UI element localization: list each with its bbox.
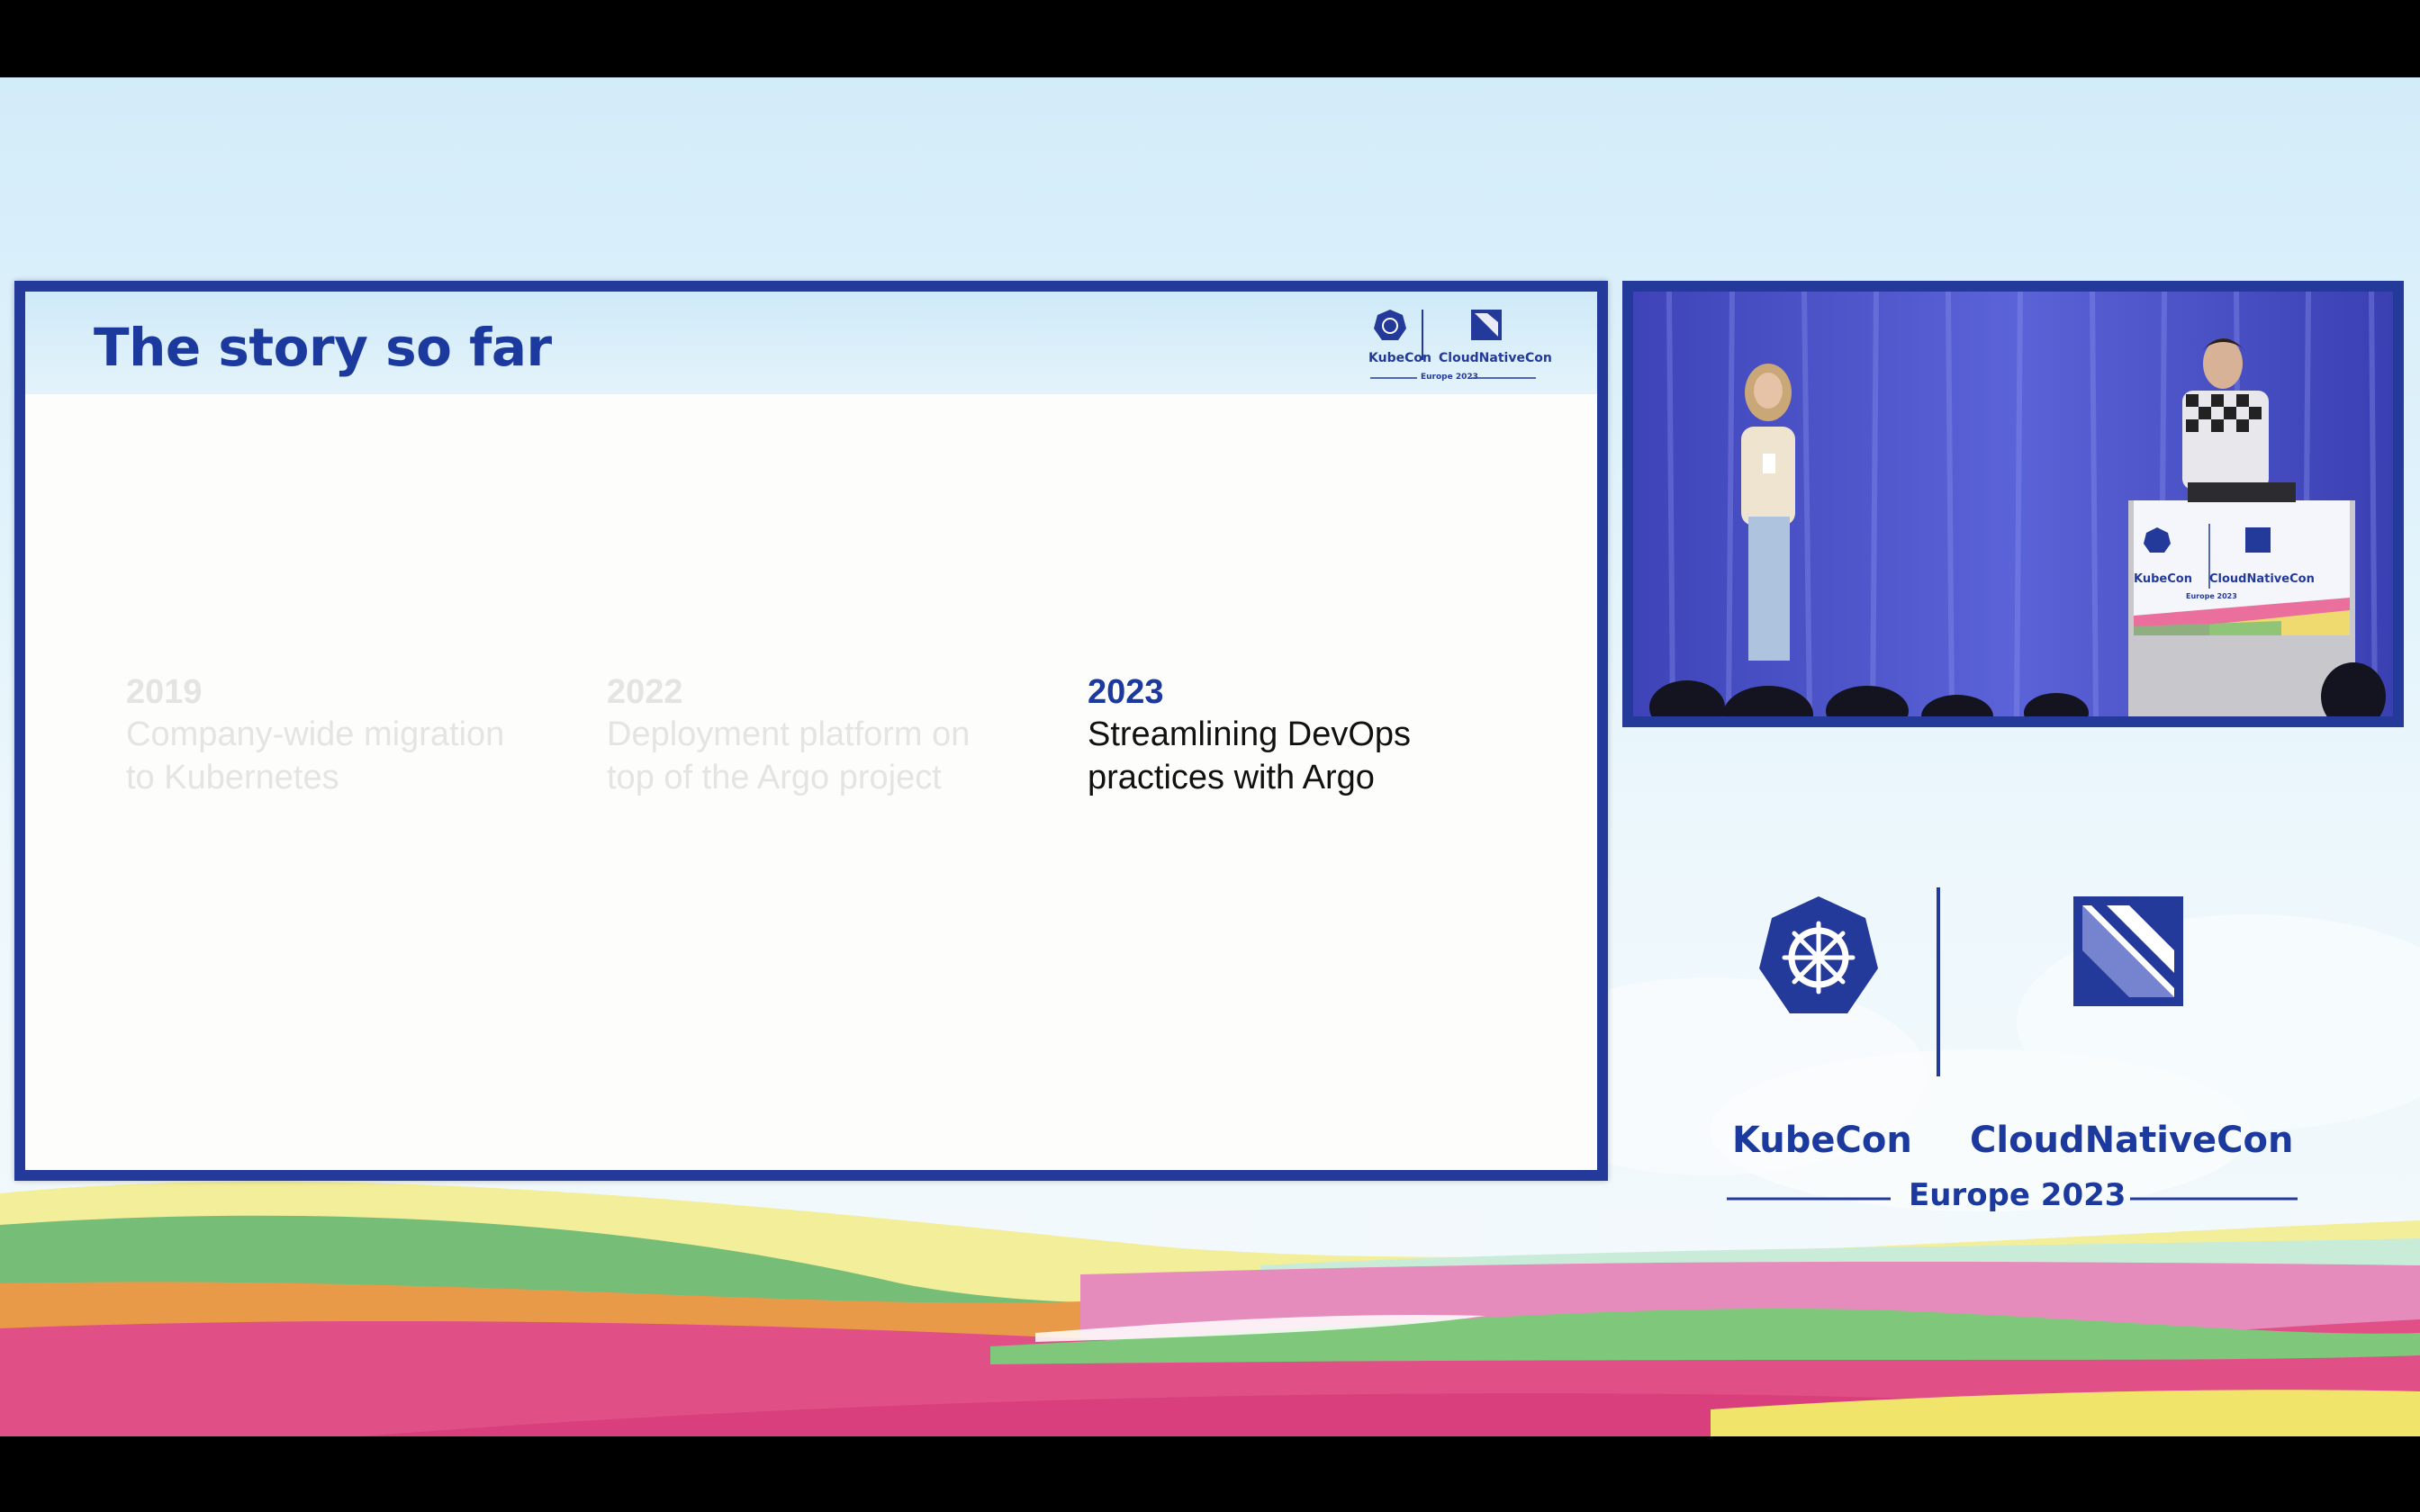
cncf-icon	[2073, 896, 2183, 1006]
kubernetes-helm-icon	[1759, 896, 1878, 1013]
timeline-description-line: Streamlining DevOps	[1088, 716, 1412, 753]
cloudnativecon-wordmark: CloudNativeCon	[1970, 1120, 2294, 1161]
timeline-year: 2019	[126, 673, 203, 711]
slide-kubecon-logo: KubeCon CloudNativeCon Europe 2023	[1363, 304, 1552, 391]
timeline-item-2019: 2019 Company-wide migration to Kubernete…	[126, 671, 576, 799]
mini-logo-europe-text: Europe 2023	[1421, 373, 1478, 382]
stage-scene-graphic	[1633, 292, 2393, 716]
podium-europe-text: Europe 2023	[2186, 592, 2237, 600]
timeline-description-line: Deployment platform on	[607, 716, 971, 753]
europe-2023-wordmark: Europe 2023	[1909, 1177, 2127, 1213]
presentation-slide: The story so far KubeCon CloudNativeCon …	[14, 281, 1608, 1181]
mini-logo-kubecon-text: KubeCon	[1368, 351, 1431, 365]
podium	[2128, 482, 2355, 716]
timeline-item-2022: 2022 Deployment platform on top of the A…	[607, 671, 1057, 799]
mini-logo-cloudnativecon-text: CloudNativeCon	[1439, 351, 1552, 365]
kubernetes-helm-icon	[1374, 310, 1406, 340]
timeline-description-line: practices with Argo	[1088, 759, 1375, 796]
timeline-year: 2023	[1088, 673, 1164, 711]
speaker-woman-figure	[1741, 364, 1795, 661]
conference-stage-background: The story so far KubeCon CloudNativeCon …	[0, 77, 2420, 1436]
timeline-description-line: to Kubernetes	[126, 759, 339, 796]
timeline-year: 2022	[607, 673, 683, 711]
timeline-description-line: Company-wide migration	[126, 716, 505, 753]
timeline-item-2023: 2023 Streamlining DevOps practices with …	[1088, 671, 1538, 799]
slide-title: The story so far	[94, 317, 552, 378]
timeline-description-line: top of the Argo project	[607, 759, 942, 796]
speaker-camera-feed: KubeCon CloudNativeCon Europe 2023	[1622, 281, 2404, 727]
podium-cloudnativecon-text: CloudNativeCon	[2209, 572, 2315, 586]
kubecon-cloudnativecon-logo: KubeCon CloudNativeCon Europe 2023	[1720, 887, 2314, 1229]
kubecon-wordmark: KubeCon	[1732, 1120, 1912, 1161]
podium-kubecon-text: KubeCon	[2134, 572, 2192, 586]
